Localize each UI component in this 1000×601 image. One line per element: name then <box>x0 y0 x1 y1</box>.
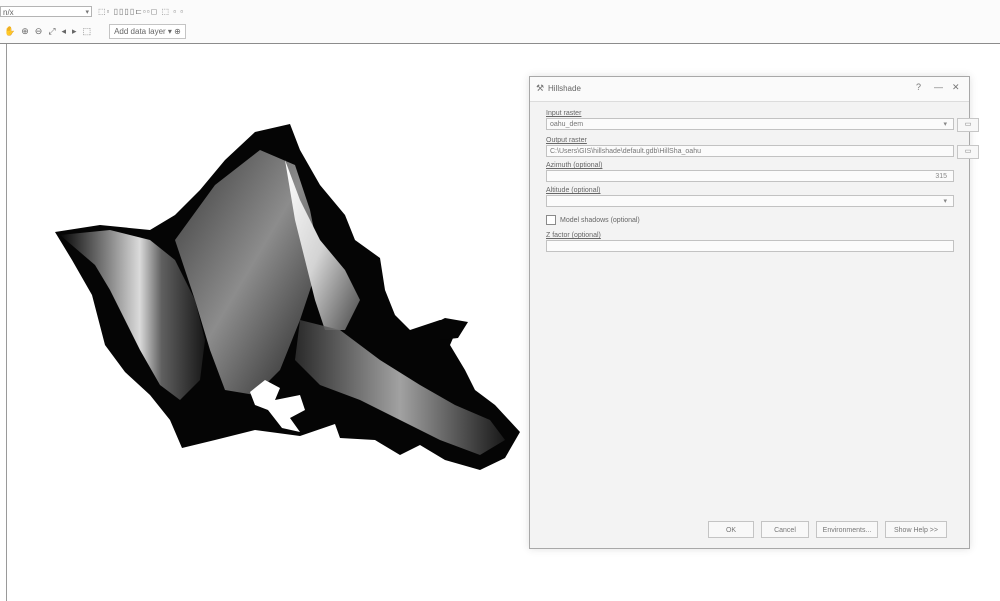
scale-combo-value: n/x <box>3 7 14 17</box>
altitude-field[interactable]: ▾ <box>546 195 954 207</box>
forward-icon[interactable]: ▸ <box>72 26 77 37</box>
z-factor-label: Z factor (optional) <box>546 232 601 239</box>
azimuth-value: 315 <box>935 173 947 180</box>
model-shadows-checkbox[interactable] <box>546 215 556 225</box>
chevron-down-icon[interactable]: ▾ <box>943 119 947 131</box>
editor-toolbar-icons[interactable]: ⬚▫ ▯▯▯▯⊏▫▫◻ ⬚ ▫ ▫ <box>98 7 184 16</box>
output-raster-field[interactable]: C:\Users\GIS\hillshade\default.gdb\HillS… <box>546 145 979 159</box>
chevron-down-icon[interactable]: ▾ <box>943 196 947 208</box>
output-raster-value: C:\Users\GIS\hillshade\default.gdb\HillS… <box>550 148 701 155</box>
minimize-icon[interactable]: — <box>934 82 943 92</box>
scale-combo[interactable]: n/x ▾ <box>0 5 92 18</box>
dialog-buttons: OK Cancel Environments... Show Help >> <box>708 521 947 538</box>
show-help-button[interactable]: Show Help >> <box>885 521 947 538</box>
zoom-out-icon[interactable]: ⊖ <box>35 26 43 37</box>
input-raster-label: Input raster <box>546 110 582 117</box>
close-icon[interactable]: ✕ <box>952 82 960 93</box>
azimuth-field[interactable]: 315 <box>546 170 954 182</box>
add-data-dropdown[interactable]: Add data layer ▾ ⊕ <box>109 23 186 39</box>
altitude-label: Altitude (optional) <box>546 187 601 194</box>
hillshade-dialog: ⚒ Hillshade ? — ✕ Input raster oahu_dem … <box>529 76 979 549</box>
chevron-down-icon[interactable]: ▾ <box>85 7 89 18</box>
full-extent-icon[interactable]: ⤢ <box>48 26 55 37</box>
zoom-in-icon[interactable]: ⊕ <box>21 26 29 37</box>
model-shadows-row[interactable]: Model shadows (optional) <box>546 213 954 227</box>
dialog-title: Hillshade <box>548 84 581 93</box>
hammer-icon: ⚒ <box>536 83 545 93</box>
dialog-body: Input raster oahu_dem ▾ ▭ Output raster … <box>546 109 979 252</box>
model-shadows-label: Model shadows (optional) <box>560 216 640 224</box>
toolbar-row-2: ✋ ⊕ ⊖ ⤢ ◂ ▸ ⬚ Add data layer ▾ ⊕ <box>4 23 186 39</box>
ok-button[interactable]: OK <box>708 521 754 538</box>
browse-folder-icon[interactable]: ▭ <box>957 145 979 159</box>
azimuth-label: Azimuth (optional) <box>546 162 603 169</box>
pan-icon[interactable]: ✋ <box>4 26 15 37</box>
input-raster-value: oahu_dem <box>550 121 584 128</box>
back-icon[interactable]: ◂ <box>62 26 67 37</box>
toolbar-row-1: n/x ▾ ⬚▫ ▯▯▯▯⊏▫▫◻ ⬚ ▫ ▫ <box>0 4 184 18</box>
output-raster-label: Output raster <box>546 137 587 144</box>
toolbar: n/x ▾ ⬚▫ ▯▯▯▯⊏▫▫◻ ⬚ ▫ ▫ ✋ ⊕ ⊖ ⤢ ◂ ▸ ⬚ Ad… <box>0 0 1000 44</box>
help-icon[interactable]: ? <box>916 82 921 92</box>
environments-button[interactable]: Environments... <box>816 521 878 538</box>
cancel-button[interactable]: Cancel <box>761 521 809 538</box>
dialog-title-bar[interactable]: ⚒ Hillshade ? — ✕ <box>530 77 969 102</box>
browse-folder-icon[interactable]: ▭ <box>957 118 979 132</box>
input-raster-field[interactable]: oahu_dem ▾ ▭ <box>546 118 979 132</box>
z-factor-field[interactable] <box>546 240 954 252</box>
identify-icon[interactable]: ⬚ <box>83 26 92 37</box>
